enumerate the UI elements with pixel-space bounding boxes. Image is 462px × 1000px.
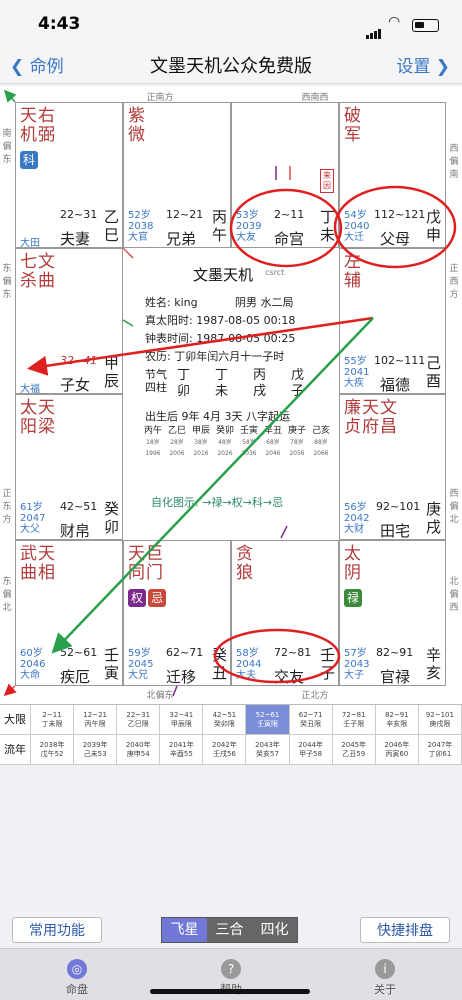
- liunian-cell[interactable]: 2038年 戊午52: [31, 735, 75, 764]
- dayun-cell[interactable]: 32~41 甲辰限: [160, 705, 204, 734]
- target-icon: ◎: [67, 959, 87, 979]
- annotation-arrow-red: [27, 316, 374, 376]
- common-functions-button[interactable]: 常用功能: [12, 917, 102, 943]
- tab-mingpan[interactable]: ◎ 命盘: [42, 957, 112, 997]
- dayun-cell[interactable]: 22~31 乙巳限: [117, 705, 161, 734]
- dayun-cell[interactable]: 2~11 丁未限: [31, 705, 75, 734]
- dayun-cell[interactable]: 12~21 丙午限: [74, 705, 118, 734]
- chevron-right-icon: ❯: [435, 57, 450, 77]
- status-bar: 4:43 ◠: [0, 0, 462, 44]
- sihua-mark: [280, 525, 288, 539]
- annotation-arrow-green: [51, 317, 374, 654]
- dayun-cell[interactable]: 82~91 辛亥限: [376, 705, 419, 734]
- corner-arrow: [3, 89, 17, 103]
- sihua-mark: [122, 319, 134, 327]
- sihua-mark: [172, 685, 178, 697]
- tab-label: 关于: [374, 983, 396, 996]
- tab-feixing[interactable]: 飞星: [162, 918, 207, 942]
- dayun-table: 大限 2~11 丁未限 12~21 丙午限 22~31 乙巳限 32~41 甲辰限 42…: [0, 704, 462, 765]
- signal-icon: [366, 20, 382, 39]
- dayun-header: 大限: [0, 705, 31, 734]
- question-icon: ?: [221, 959, 241, 979]
- dayun-cell[interactable]: 42~51 癸卯限: [203, 705, 247, 734]
- corner-arrow: [3, 683, 17, 696]
- dayun-cell[interactable]: 92~101 庚戌限: [419, 705, 462, 734]
- dayun-cell[interactable]: 62~71 癸丑限: [290, 705, 333, 734]
- tab-sihua[interactable]: 四化: [252, 918, 297, 942]
- liunian-cell[interactable]: 2046年 丙寅60: [376, 735, 419, 764]
- annotation-circle-jiaoyou: [213, 628, 341, 684]
- liunian-header: 流年: [0, 735, 31, 764]
- tab-about[interactable]: i 关于: [350, 957, 420, 997]
- sihua-mark: [122, 247, 134, 259]
- wifi-icon: ◠: [388, 14, 401, 30]
- settings-label: 设置: [396, 57, 431, 77]
- info-icon: i: [375, 959, 395, 979]
- liunian-cell[interactable]: 2044年 甲子58: [290, 735, 333, 764]
- liunian-cell[interactable]: 2039年 己未53: [74, 735, 118, 764]
- dayun-cell-selected[interactable]: 52~61 壬寅限: [246, 705, 290, 734]
- battery-icon: [412, 19, 439, 32]
- status-time: 4:43: [38, 14, 81, 34]
- quick-chart-button[interactable]: 快捷排盘: [360, 917, 450, 943]
- view-mode-segment: 飞星 三合 四化: [161, 917, 298, 943]
- ziwei-chart: 正南方 西南西 北偏东 正北方 南偏东 东偏东 正东方 东偏北 西偏南 正西方 …: [0, 86, 462, 704]
- home-indicator: [150, 989, 310, 994]
- dayun-cell[interactable]: 72~81 壬子限: [333, 705, 376, 734]
- annotation-overlay: [3, 89, 457, 697]
- annotation-circle-minggong: [229, 188, 343, 268]
- liunian-cell[interactable]: 2042年 壬戌56: [203, 735, 247, 764]
- liunian-cell[interactable]: 2041年 辛酉55: [160, 735, 204, 764]
- liunian-cell[interactable]: 2043年 癸亥57: [246, 735, 290, 764]
- navigation-bar: ❮ 命例 文墨天机公众免费版 设置 ❯: [0, 44, 462, 84]
- liunian-cell[interactable]: 2040年 庚申54: [117, 735, 161, 764]
- page-title: 文墨天机公众免费版: [150, 56, 312, 77]
- settings-button[interactable]: 设置 ❯: [396, 52, 450, 77]
- tab-label: 命盘: [66, 983, 88, 996]
- tab-sanhe[interactable]: 三合: [207, 918, 252, 942]
- annotation-circle-fumu: [333, 185, 457, 269]
- dayun-row: 大限 2~11 丁未限 12~21 丙午限 22~31 乙巳限 32~41 甲辰限 42…: [0, 705, 462, 735]
- tab-bar: ◎ 命盘 ? 帮助 i 关于: [0, 948, 462, 1000]
- liunian-cell[interactable]: 2045年 乙丑59: [333, 735, 376, 764]
- liunian-cell[interactable]: 2047年 丁卯61: [419, 735, 462, 764]
- liunian-row: 流年 2038年 戊午52 2039年 己未53 2040年 庚申54 2041年 辛酉…: [0, 735, 462, 765]
